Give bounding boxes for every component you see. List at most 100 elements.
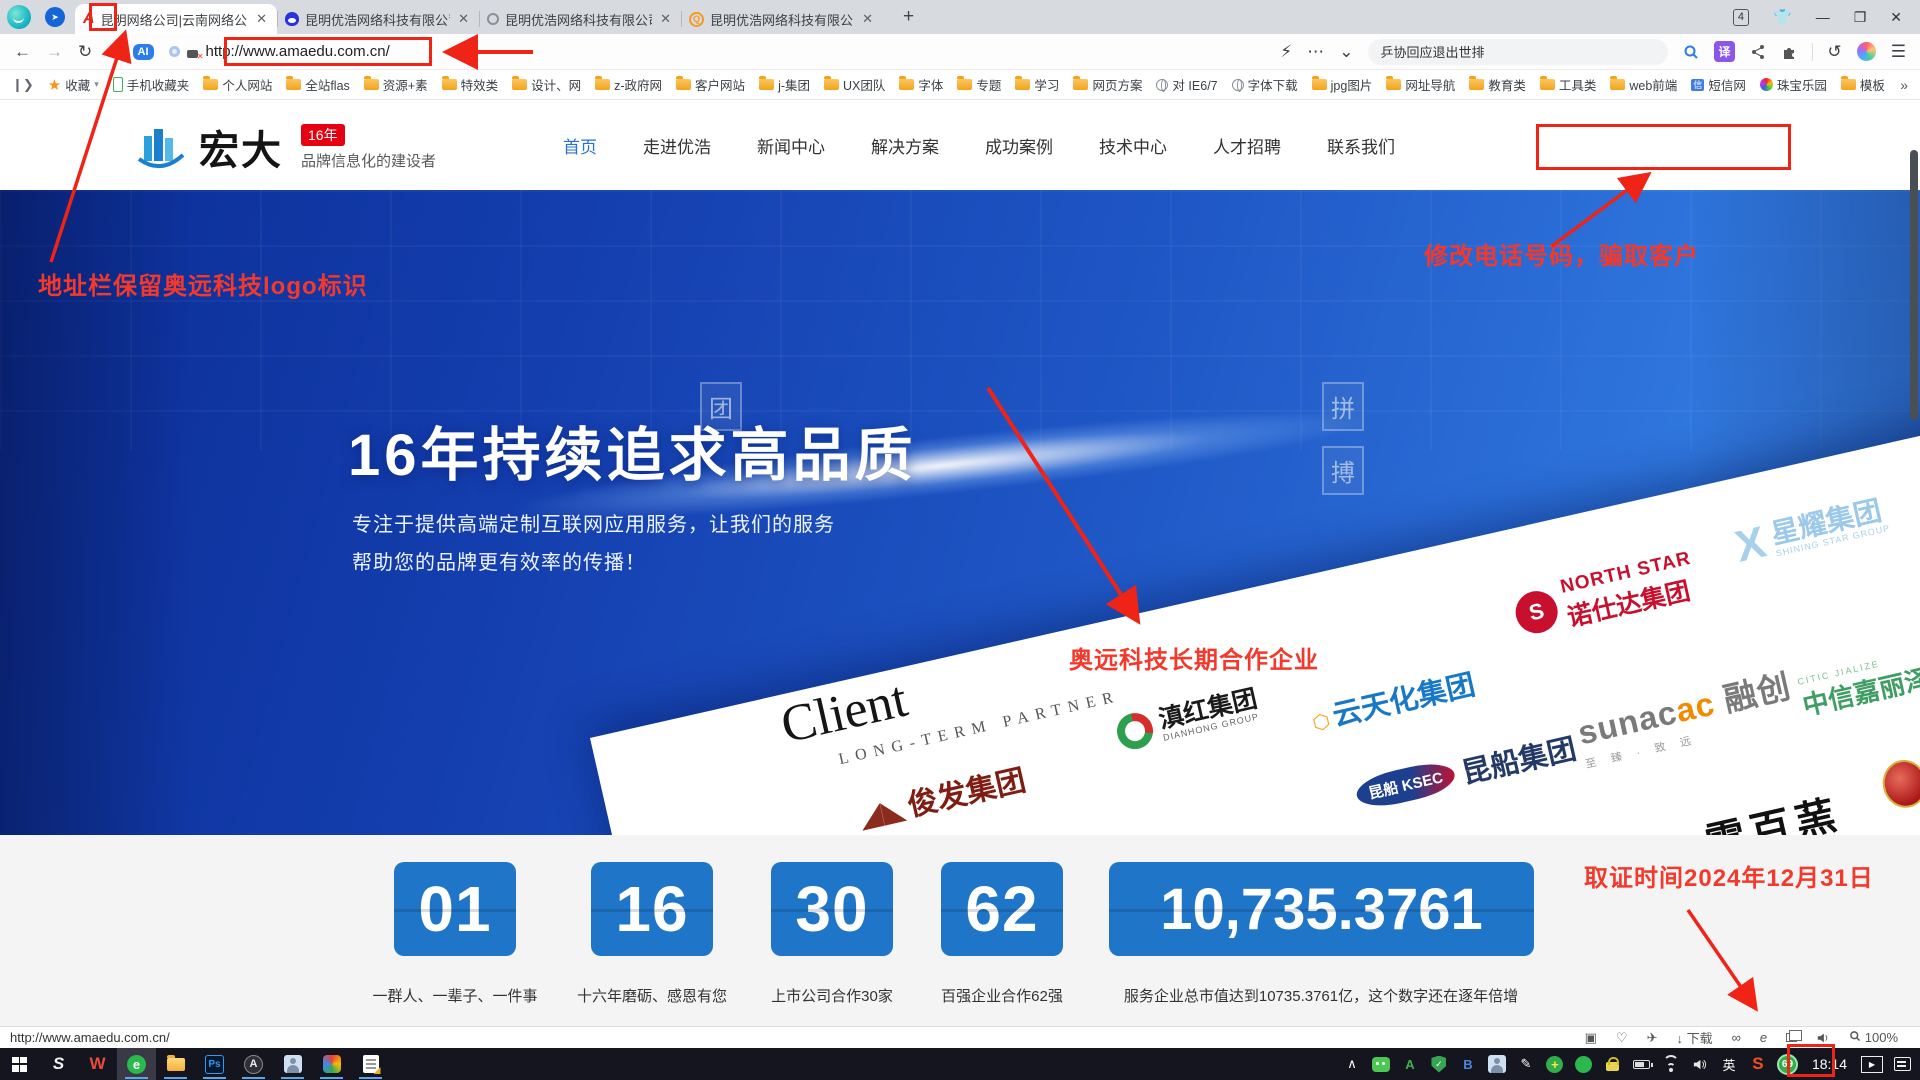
ime-language-indicator[interactable]: 英 [1719, 1052, 1739, 1076]
favorites-button[interactable]: ★收藏▾ [48, 75, 99, 94]
bookmark-mobile[interactable]: 手机收藏夹 [113, 75, 190, 94]
nav-tech[interactable]: 技术中心 [1099, 133, 1167, 158]
start-button[interactable] [0, 1048, 39, 1080]
tab-count-badge[interactable]: 4 [1733, 9, 1749, 26]
bookmark-folder[interactable]: 个人网站 [203, 75, 272, 94]
sogou-icon[interactable]: S [1748, 1052, 1768, 1076]
tab-close-icon[interactable]: ✕ [254, 11, 269, 27]
360-speedball-badge[interactable]: 69 [1777, 1052, 1798, 1076]
close-button[interactable]: ✕ [1890, 9, 1902, 26]
tab-site-2[interactable]: Q 昆明优浩网络科技有限公司 - ✕ [681, 4, 883, 34]
tab-close-icon[interactable]: ✕ [658, 11, 673, 27]
bookmark-folder[interactable]: 模板 [1841, 75, 1885, 94]
menu-icon[interactable]: ☰ [1891, 42, 1906, 62]
bookmark-folder[interactable]: 设计、网 [512, 75, 581, 94]
360-browser-tray-icon[interactable] [1574, 1052, 1594, 1076]
undo-icon[interactable]: ↺ [1828, 42, 1842, 62]
pen-icon[interactable]: ✎ [1516, 1052, 1536, 1076]
taskbar-app-spiral[interactable]: S [39, 1048, 78, 1080]
incognito-glasses-icon[interactable]: ∞ [1732, 1030, 1741, 1045]
browser-logo-icon[interactable] [7, 5, 31, 29]
volume-icon[interactable] [1690, 1052, 1710, 1076]
bookmark-folder[interactable]: 字体 [899, 75, 943, 94]
quick-access-icon[interactable]: ➤ [45, 7, 65, 27]
bookmark-folder[interactable]: 工具类 [1540, 75, 1597, 94]
bookmark-folder[interactable]: UX团队 [824, 75, 885, 94]
search-hotword[interactable]: 乒协回应退出世排 [1380, 42, 1484, 61]
bookmark-folder[interactable]: 客户网站 [676, 75, 745, 94]
notification-center-icon[interactable] [1892, 1052, 1912, 1076]
360-safe-icon[interactable]: + [1545, 1052, 1565, 1076]
bookmark-site[interactable]: 对 IE6/7 [1156, 75, 1217, 94]
more-dots-icon[interactable]: ⋯ [1307, 42, 1324, 62]
tray-avatar-icon[interactable] [1487, 1052, 1507, 1076]
taskbar-app-a[interactable]: A [234, 1048, 273, 1080]
bookmarks-overflow-icon[interactable]: » [1900, 77, 1908, 93]
bookmark-folder[interactable]: z-政府网 [595, 75, 662, 94]
minimize-button[interactable]: — [1816, 9, 1830, 25]
page-zoom-control[interactable]: 100% [1849, 1030, 1898, 1045]
nav-about[interactable]: 走进优浩 [643, 133, 711, 158]
home-icon[interactable]: ⌂ [107, 42, 117, 62]
theme-skin-icon[interactable]: 👕 [1773, 8, 1792, 26]
bookmark-folder[interactable]: j-集团 [759, 75, 810, 94]
forward-icon[interactable]: → [46, 42, 63, 62]
taskbar-app-media[interactable] [312, 1048, 351, 1080]
bookmark-folder[interactable]: jpg图片 [1312, 75, 1373, 94]
taskbar-app-photoshop[interactable]: Ps [195, 1048, 234, 1080]
url-field[interactable]: http://www.amaedu.com.cn/ [169, 43, 1266, 60]
sidebar-toggle-icon[interactable]: ❙❯ [12, 77, 34, 93]
tab-active[interactable]: A 昆明网络公司|云南网络公司|昆 ✕ [75, 4, 277, 34]
taskbar-app-explorer[interactable] [156, 1048, 195, 1080]
site-logo[interactable]: 宏大 16年 品牌信息化的建设者 [133, 118, 436, 176]
taskbar-app-360browser[interactable]: e [117, 1048, 156, 1080]
bookmark-folder[interactable]: 网页方案 [1073, 75, 1142, 94]
search-input[interactable]: 乒协回应退出世排 [1368, 39, 1668, 65]
taskbar-app-notepad[interactable] [351, 1048, 390, 1080]
snapshot-icon[interactable]: ▣ [1585, 1030, 1597, 1046]
bookmark-sms[interactable]: 信短信网 [1691, 75, 1746, 94]
tab-close-icon[interactable]: ✕ [456, 11, 471, 27]
bookmark-folder[interactable]: 专题 [957, 75, 1001, 94]
chevron-down-icon[interactable]: ⌄ [1339, 42, 1353, 62]
security-shield-icon[interactable]: ✓ [1429, 1052, 1449, 1076]
share-nodes-icon[interactable] [1750, 44, 1766, 60]
tab-site[interactable]: 昆明优浩网络科技有限公司 - ✕ [479, 4, 681, 34]
taskbar-clock[interactable]: 18:14 [1807, 1056, 1852, 1072]
ai-badge-icon[interactable]: AI [133, 44, 154, 60]
reload-icon[interactable]: ↻ [78, 42, 92, 62]
bookmark-folder[interactable]: web前端 [1610, 75, 1677, 94]
download-button[interactable]: ↓ 下载 [1676, 1028, 1712, 1047]
tray-expand-icon[interactable]: ∧ [1342, 1052, 1362, 1076]
bookmark-folder[interactable]: 教育类 [1469, 75, 1526, 94]
ie-mode-icon[interactable]: e [1760, 1030, 1767, 1045]
new-tab-button[interactable]: + [897, 6, 920, 28]
bluetooth-icon[interactable]: B [1458, 1052, 1478, 1076]
extensions-puzzle-icon[interactable] [1781, 44, 1797, 60]
power-plug-icon[interactable] [1632, 1052, 1652, 1076]
tab-close-icon[interactable]: ✕ [860, 11, 875, 27]
nav-news[interactable]: 新闻中心 [757, 133, 825, 158]
bookmark-folder[interactable]: 网址导航 [1386, 75, 1455, 94]
wechat-icon[interactable] [1371, 1052, 1391, 1076]
tab-baidu[interactable]: 昆明优浩网络科技有限公司_百 ✕ [277, 4, 479, 34]
nav-home[interactable]: 首页 [563, 133, 597, 158]
ai-assistant-icon[interactable] [1857, 42, 1876, 61]
bookmark-folder[interactable]: 资源+素 [364, 75, 428, 94]
search-icon[interactable] [1683, 44, 1699, 60]
video-play-icon[interactable]: ▶ [1861, 1052, 1883, 1076]
windows-stack-icon[interactable] [1786, 1033, 1797, 1042]
bookmark-folder[interactable]: 特效类 [442, 75, 499, 94]
taskbar-app-wps[interactable]: W [78, 1048, 117, 1080]
tray-a-icon[interactable]: A [1400, 1052, 1420, 1076]
wifi-icon[interactable] [1661, 1052, 1681, 1076]
nav-contact[interactable]: 联系我们 [1327, 133, 1395, 158]
bookmark-folder[interactable]: 全站flas [286, 75, 349, 94]
bookmark-folder[interactable]: 学习 [1015, 75, 1059, 94]
url-text[interactable]: http://www.amaedu.com.cn/ [206, 43, 390, 60]
nav-cases[interactable]: 成功案例 [985, 133, 1053, 158]
taskbar-app-contact[interactable] [273, 1048, 312, 1080]
translate-icon[interactable]: 译 [1714, 41, 1734, 62]
health-icon[interactable]: ♡ [1616, 1030, 1628, 1046]
bookmark-site[interactable]: 字体下载 [1232, 75, 1298, 94]
